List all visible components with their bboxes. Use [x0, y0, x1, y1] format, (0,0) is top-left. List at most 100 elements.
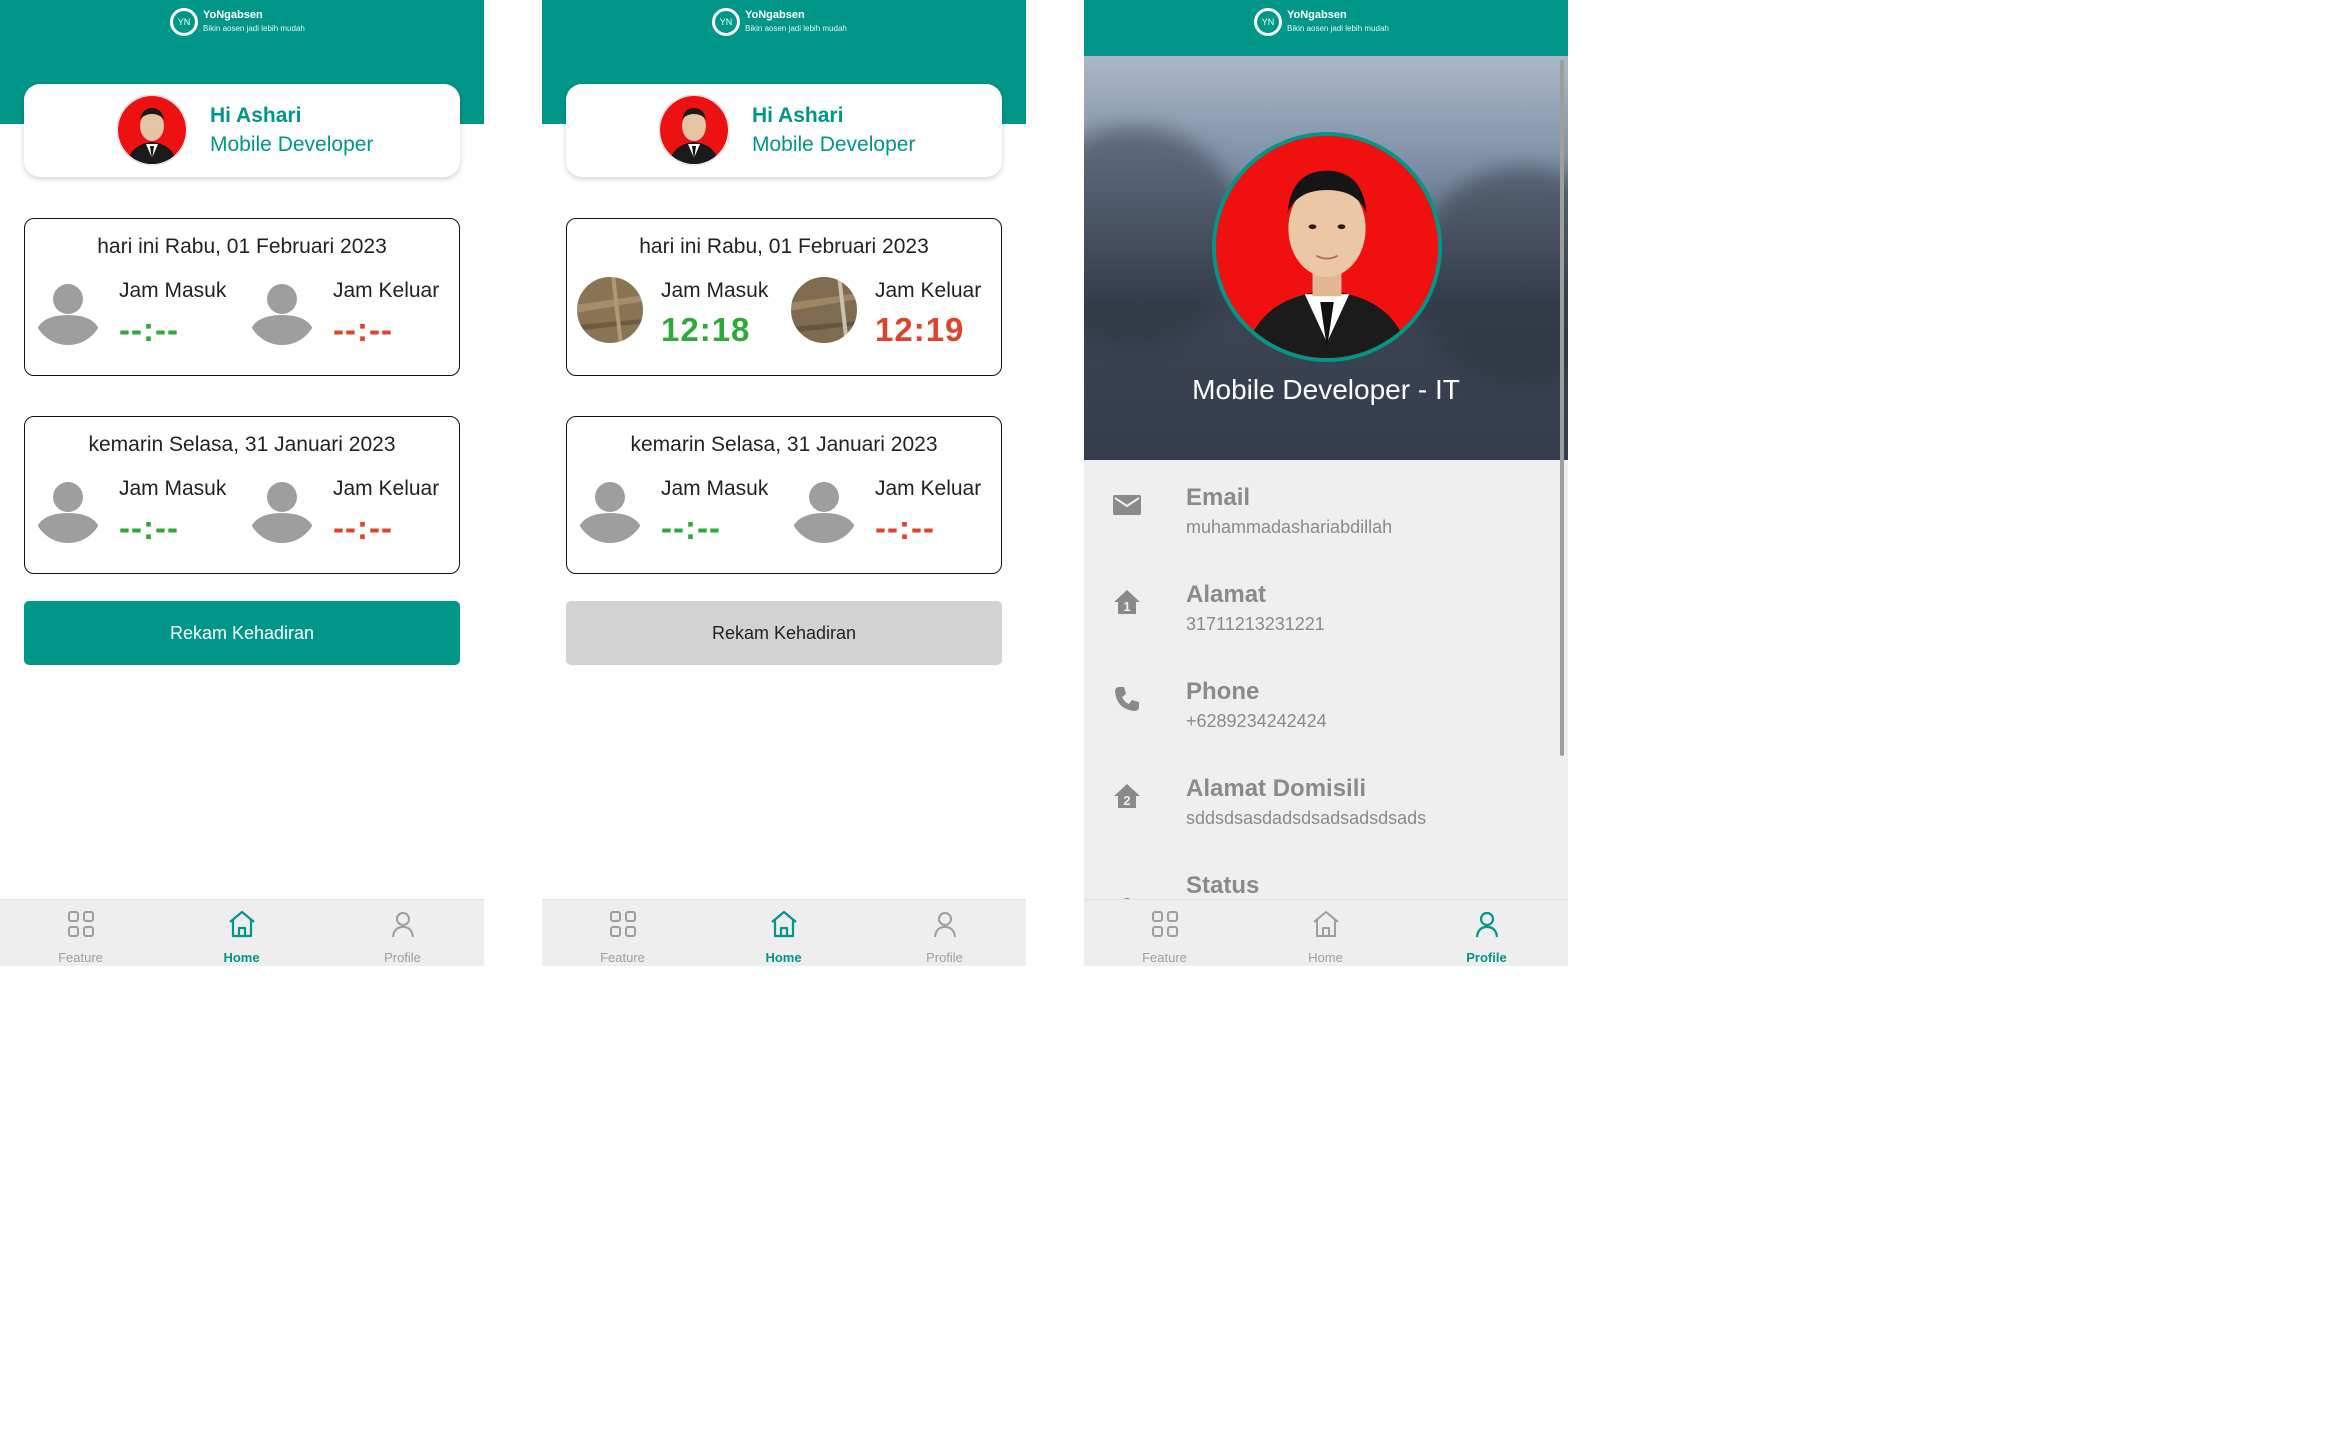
clock-in-label: Jam Masuk: [119, 477, 227, 500]
user-avatar: [658, 94, 730, 166]
record-attendance-button[interactable]: Rekam Kehadiran: [24, 601, 460, 665]
scrollbar[interactable]: [1560, 60, 1564, 756]
clock-in-label: Jam Masuk: [661, 477, 769, 500]
clock-in-time: --:--: [119, 509, 179, 546]
placeholder-avatar-icon: [789, 473, 859, 543]
clock-out-time: --:--: [333, 311, 393, 348]
placeholder-avatar-icon: [33, 275, 103, 345]
logo-badge: YN: [712, 8, 740, 36]
today-attendance-card: hari ini Rabu, 01 Februari 2023 Jam Masu…: [24, 218, 460, 376]
app-tagline: Bikin aosen jadi lebih mudah: [1287, 24, 1389, 33]
home-icon: [229, 910, 255, 938]
clock-out-time: 12:19: [875, 311, 965, 348]
today-date: hari ini Rabu, 01 Februari 2023: [639, 235, 929, 258]
svg-text:1: 1: [1123, 599, 1130, 614]
greeting-name: Hi Ashari: [210, 104, 302, 127]
nav-home-label: Home: [765, 950, 802, 965]
nav-feature-label: Feature: [58, 950, 103, 965]
captured-photo-thumbnail[interactable]: [575, 275, 645, 345]
clock-in-time: 12:18: [661, 311, 751, 348]
field-value: +6289234242424: [1186, 711, 1327, 731]
email-icon: [1113, 495, 1141, 515]
today-date: hari ini Rabu, 01 Februari 2023: [97, 235, 387, 258]
nav-feature-label: Feature: [600, 950, 645, 965]
yesterday-date: kemarin Selasa, 31 Januari 2023: [88, 433, 396, 456]
nav-profile-label: Profile: [1466, 950, 1507, 965]
nav-profile[interactable]: Profile: [322, 900, 483, 966]
field-label: Alamat Domisili: [1186, 775, 1367, 802]
app-tagline: Bikin aosen jadi lebih mudah: [203, 24, 305, 33]
greeting-role: Mobile Developer: [752, 133, 916, 156]
clock-out-time: --:--: [333, 509, 393, 546]
nav-feature-label: Feature: [1142, 950, 1187, 965]
nav-profile-label: Profile: [926, 950, 963, 965]
home-2-icon: 2: [1114, 784, 1140, 808]
yesterday-attendance-card: kemarin Selasa, 31 Januari 2023 Jam Masu…: [24, 416, 460, 574]
logo-badge: YN: [1254, 8, 1282, 36]
greeting-card: Hi Ashari Mobile Developer: [566, 84, 1002, 177]
home-screen-before: YN YoNgabsen Bikin aosen jadi lebih muda…: [0, 0, 484, 966]
home-screen-after: YN YoNgabsen Bikin aosen jadi lebih muda…: [542, 0, 1026, 966]
nav-feature[interactable]: Feature: [0, 900, 161, 966]
yesterday-date: kemarin Selasa, 31 Januari 2023: [630, 433, 938, 456]
home-icon: [1313, 911, 1339, 937]
bottom-navigation: Feature Home Profile: [0, 899, 484, 966]
clock-in-time: --:--: [119, 311, 179, 348]
nav-home-label: Home: [1308, 950, 1343, 965]
grid-icon: [610, 911, 636, 937]
nav-feature[interactable]: Feature: [542, 900, 703, 966]
profile-title: Mobile Developer - IT: [1192, 374, 1460, 405]
nav-home[interactable]: Home: [1245, 900, 1406, 966]
clock-in-label: Jam Masuk: [119, 279, 227, 302]
profile-photo[interactable]: [1212, 132, 1442, 362]
greeting-role: Mobile Developer: [210, 133, 374, 156]
nav-profile[interactable]: Profile: [864, 900, 1025, 966]
field-label: Status: [1186, 872, 1260, 899]
field-value: muhammadashariabdillah: [1186, 517, 1393, 537]
nav-profile[interactable]: Profile: [1406, 900, 1567, 966]
record-attendance-button: Rekam Kehadiran: [566, 601, 1002, 665]
placeholder-avatar-icon: [247, 275, 317, 345]
profile-screen: YN YoNgabsen Bikin aosen jadi lebih muda…: [1084, 0, 1568, 966]
captured-photo-thumbnail[interactable]: [789, 275, 859, 345]
user-avatar: [116, 94, 188, 166]
nav-home[interactable]: Home: [161, 900, 322, 966]
app-tagline: Bikin aosen jadi lebih mudah: [745, 24, 847, 33]
profile-field-email: Email muhammadashariabdillah: [1084, 460, 1568, 557]
app-name: YoNgabsen: [203, 9, 263, 21]
nav-feature[interactable]: Feature: [1084, 900, 1245, 966]
greeting-card: Hi Ashari Mobile Developer: [24, 84, 460, 177]
field-label: Email: [1186, 484, 1251, 511]
placeholder-avatar-icon: [33, 473, 103, 543]
app-logo: YN YoNgabsen Bikin aosen jadi lebih muda…: [712, 8, 847, 36]
nav-home[interactable]: Home: [703, 900, 864, 966]
nav-profile-label: Profile: [384, 950, 421, 965]
app-logo: YN YoNgabsen Bikin aosen jadi lebih muda…: [170, 8, 305, 36]
grid-icon: [1152, 911, 1178, 937]
clock-out-label: Jam Keluar: [333, 477, 440, 500]
placeholder-avatar-icon: [575, 473, 645, 543]
svg-text:2: 2: [1123, 793, 1130, 808]
home-1-icon: 1: [1114, 590, 1140, 614]
person-icon: [392, 912, 414, 938]
field-value: sddsdsasdadsdsadsadsdsads: [1186, 808, 1427, 828]
profile-field-alamat-domisili: 2 Alamat Domisili sddsdsasdadsdsadsadsds…: [1084, 751, 1568, 848]
today-attendance-card: hari ini Rabu, 01 Februari 2023 Jam Masu…: [566, 218, 1002, 376]
yesterday-attendance-card: kemarin Selasa, 31 Januari 2023 Jam Masu…: [566, 416, 1002, 574]
phone-icon: [1115, 687, 1139, 711]
app-logo: YN YoNgabsen Bikin aosen jadi lebih muda…: [1254, 8, 1389, 36]
greeting-name: Hi Ashari: [752, 104, 844, 127]
field-label: Alamat: [1186, 581, 1267, 608]
profile-hero-background: Mobile Developer - IT: [1084, 56, 1568, 460]
app-name: YoNgabsen: [1287, 9, 1347, 21]
person-icon: [1475, 911, 1499, 938]
nav-home-label: Home: [223, 950, 260, 965]
grid-icon: [68, 911, 94, 937]
profile-field-phone: Phone +6289234242424: [1084, 654, 1568, 751]
clock-out-label: Jam Keluar: [333, 279, 440, 302]
clock-out-time: --:--: [875, 509, 935, 546]
person-icon: [934, 912, 956, 938]
clock-out-label: Jam Keluar: [875, 279, 982, 302]
logo-badge: YN: [170, 8, 198, 36]
field-value: 31711213231221: [1186, 614, 1325, 634]
